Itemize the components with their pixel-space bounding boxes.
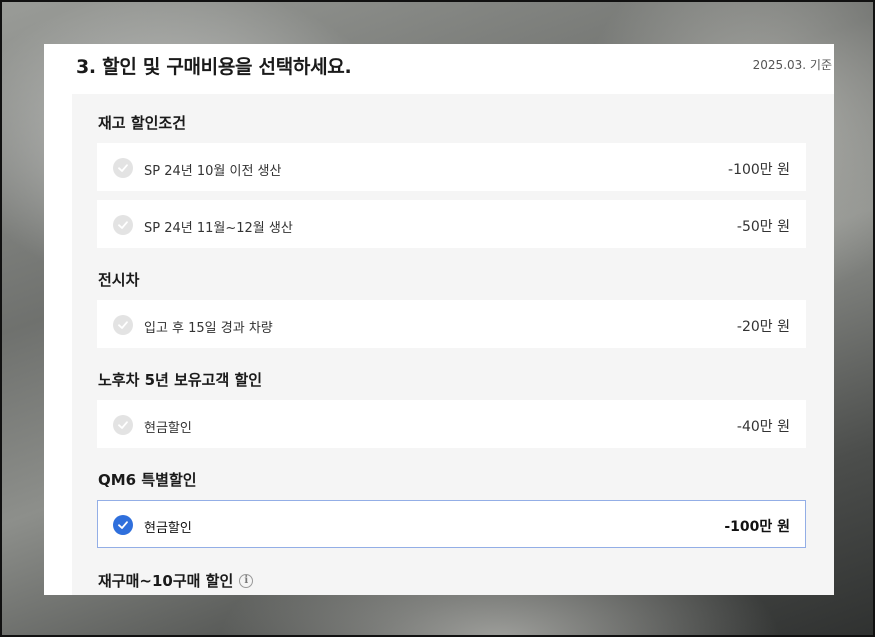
option-row-qm6-cash[interactable]: 현금할인 -100만 원 — [97, 500, 806, 548]
option-amount: -40만 원 — [736, 419, 790, 435]
date-note: 2025.03. 기준 — [752, 58, 832, 72]
option-label: 입고 후 15일 경과 차량 — [144, 321, 273, 336]
section-title-text: 재구매~10구매 할인 — [98, 572, 234, 590]
section-title-display-car: 전시차 — [98, 271, 140, 289]
section-title-qm6-special: QM6 특별할인 — [98, 471, 197, 489]
option-amount: -100만 원 — [728, 162, 790, 178]
option-row-old-car-cash[interactable]: 현금할인 -40만 원 — [97, 400, 806, 448]
page-title: 3. 할인 및 구매비용을 선택하세요. — [76, 56, 352, 78]
info-icon[interactable]: i — [239, 573, 254, 588]
options-area: 재고 할인조건 SP 24년 10월 이전 생산 -100만 원 SP 24년 … — [72, 94, 834, 595]
option-amount: -50만 원 — [736, 219, 790, 235]
discount-panel: 3. 할인 및 구매비용을 선택하세요. 2025.03. 기준 재고 할인조건… — [44, 44, 834, 595]
check-circle-icon[interactable] — [113, 315, 133, 335]
option-label: 현금할인 — [144, 521, 192, 536]
check-circle-icon[interactable] — [113, 415, 133, 435]
option-row-stock-nov-dec[interactable]: SP 24년 11월~12월 생산 -50만 원 — [97, 200, 806, 248]
check-circle-icon[interactable] — [113, 515, 133, 535]
option-label: SP 24년 11월~12월 생산 — [144, 221, 293, 236]
check-circle-icon[interactable] — [113, 158, 133, 178]
section-title-stock-discount: 재고 할인조건 — [98, 114, 187, 132]
option-amount: -100만 원 — [724, 519, 790, 535]
option-row-display-15days[interactable]: 입고 후 15일 경과 차량 -20만 원 — [97, 300, 806, 348]
option-row-stock-before-oct[interactable]: SP 24년 10월 이전 생산 -100만 원 — [97, 143, 806, 191]
section-title-repurchase: 재구매~10구매 할인 i — [98, 570, 254, 591]
option-label: 현금할인 — [144, 421, 192, 436]
option-label: SP 24년 10월 이전 생산 — [144, 164, 282, 179]
option-amount: -20만 원 — [736, 319, 790, 335]
check-circle-icon[interactable] — [113, 215, 133, 235]
panel-header: 3. 할인 및 구매비용을 선택하세요. 2025.03. 기준 — [44, 44, 834, 94]
section-title-old-car-discount: 노후차 5년 보유고객 할인 — [98, 371, 263, 389]
